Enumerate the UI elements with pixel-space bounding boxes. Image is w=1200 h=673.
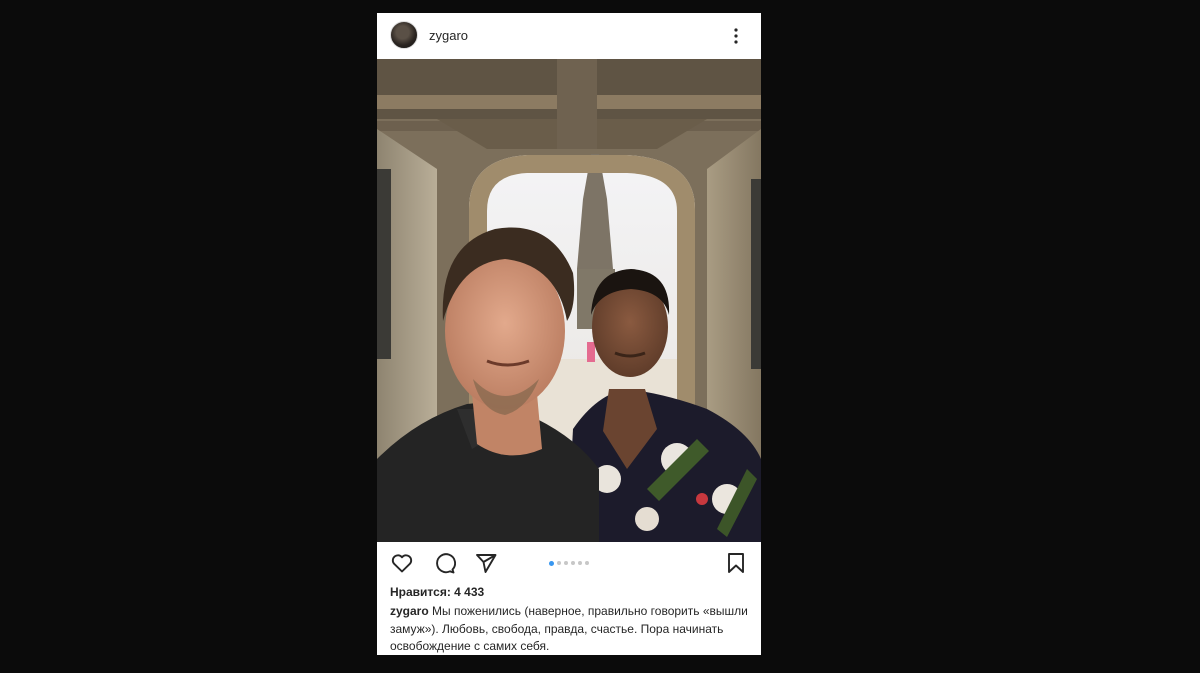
carousel-dot xyxy=(571,561,575,565)
carousel-dot xyxy=(564,561,568,565)
more-vertical-icon[interactable] xyxy=(733,27,739,45)
action-bar xyxy=(377,542,761,582)
post-header: zygaro xyxy=(377,13,761,59)
instagram-post: zygaro Нравится: 4 433 zygaro Мы поженил… xyxy=(377,13,761,655)
post-caption: zygaro Мы поженились (наверное, правильн… xyxy=(390,603,752,655)
paper-plane-icon[interactable] xyxy=(474,551,498,575)
carousel-dot xyxy=(557,561,561,565)
carousel-dot xyxy=(578,561,582,565)
selfie-photo xyxy=(377,59,761,542)
carousel-dot xyxy=(585,561,589,565)
likes-count[interactable]: Нравится: 4 433 xyxy=(390,585,484,599)
bookmark-icon[interactable] xyxy=(724,551,748,575)
post-photo[interactable] xyxy=(377,59,761,542)
carousel-indicator xyxy=(549,560,589,566)
caption-username[interactable]: zygaro xyxy=(390,604,429,618)
comment-bubble-icon[interactable] xyxy=(432,551,456,575)
heart-icon[interactable] xyxy=(390,551,414,575)
avatar[interactable] xyxy=(390,21,418,49)
post-username[interactable]: zygaro xyxy=(429,28,468,43)
carousel-dot xyxy=(549,560,554,566)
caption-text: Мы поженились (наверное, правильно говор… xyxy=(390,604,748,653)
